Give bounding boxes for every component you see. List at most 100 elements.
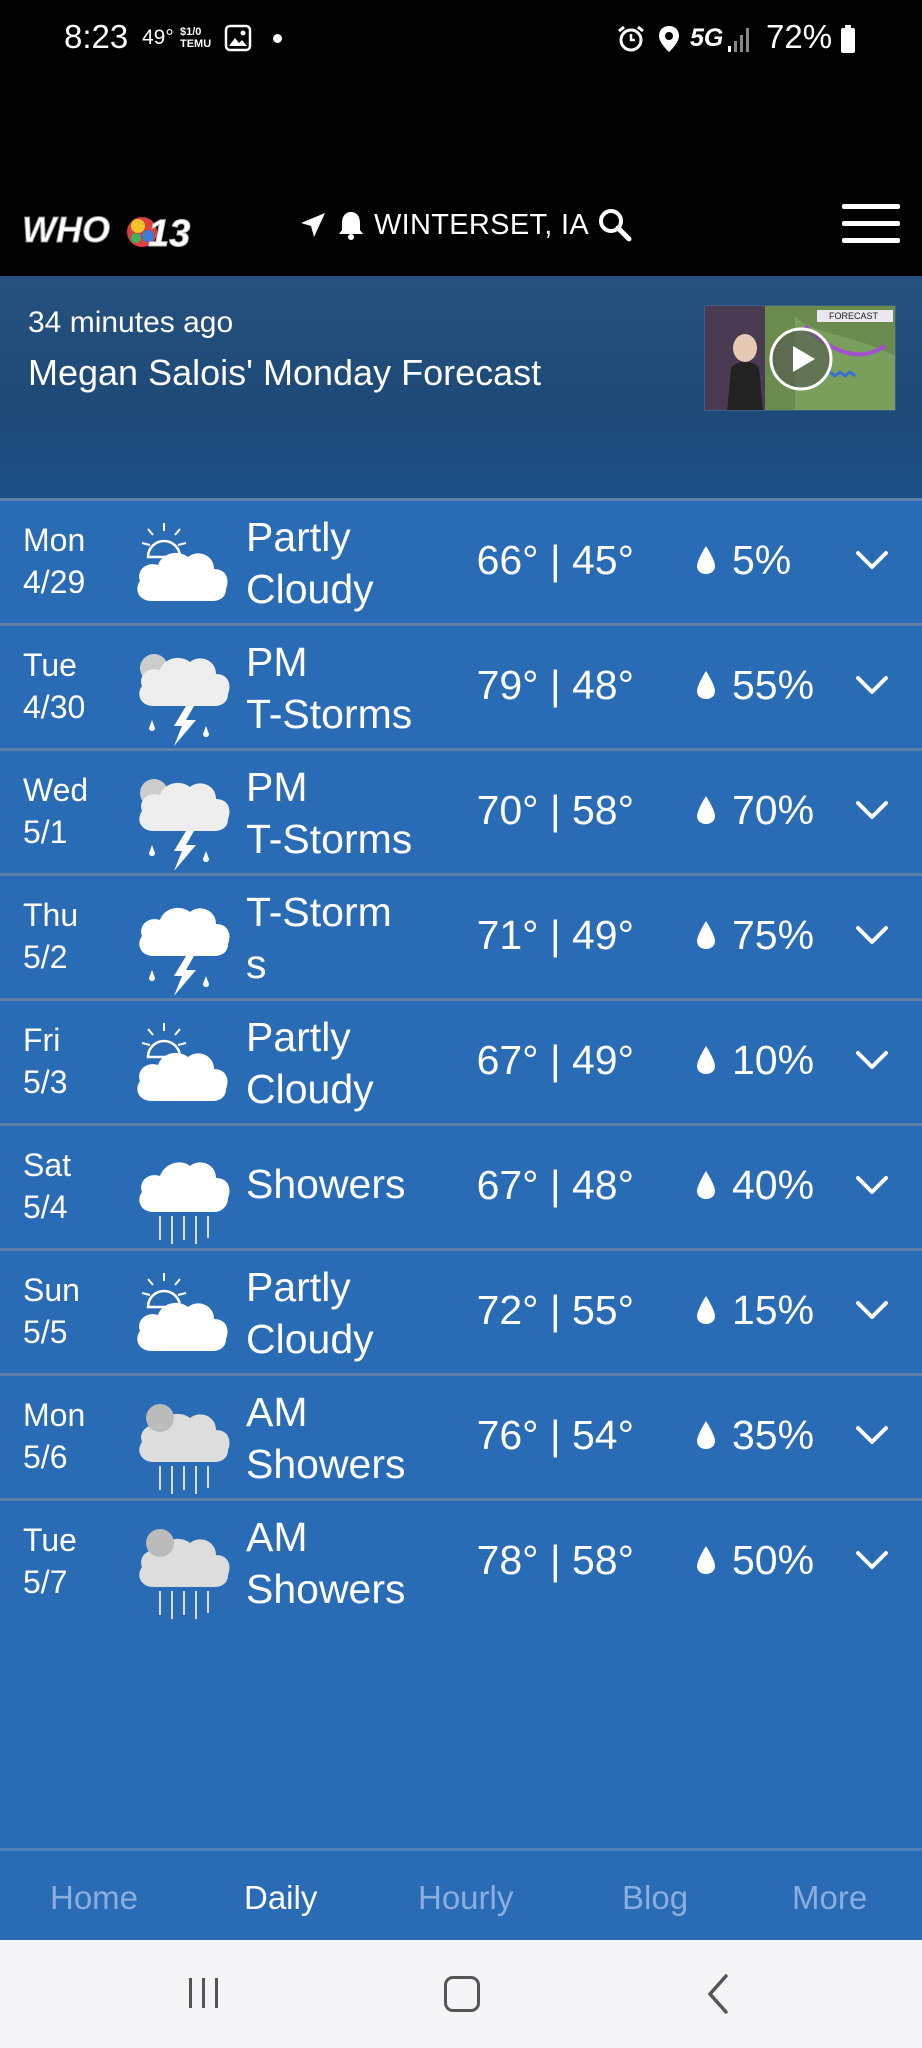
day-date: 5/7 — [23, 1564, 68, 1600]
chevron-down-icon[interactable] — [854, 1422, 890, 1450]
chevron-down-icon[interactable] — [854, 922, 890, 950]
video-thumbnail[interactable]: FORECAST — [704, 305, 896, 411]
forecast-row[interactable]: Wed 5/1 PM T-Storms 70° | 58° 70% — [0, 748, 922, 873]
day-date: 4/29 — [23, 564, 86, 600]
forecast-day: Tue 4/30 — [23, 644, 85, 728]
forecast-row[interactable]: Tue 4/30 PM T-Storms 79° | 48° 55% — [0, 623, 922, 748]
nav-more[interactable]: More — [792, 1879, 867, 1917]
navigation-arrow-icon[interactable] — [298, 210, 328, 240]
battery-icon — [841, 25, 855, 53]
forecast-row[interactable]: Sun 5/5 Partly Cloudy 72° | 55° 15% — [0, 1248, 922, 1373]
condition-line-2: T-Storms — [246, 816, 413, 862]
search-icon[interactable] — [597, 207, 633, 243]
precip-chance: 75% — [732, 912, 815, 958]
forecast-row[interactable]: Mon 4/29 Partly Cloudy 66° | 45° 5% — [0, 498, 922, 623]
precip-chance: 70% — [732, 787, 815, 833]
chevron-down-icon[interactable] — [854, 797, 890, 825]
chevron-down-icon[interactable] — [854, 547, 890, 575]
signal-bars-icon — [728, 28, 749, 52]
chevron-down-icon[interactable] — [854, 1547, 890, 1575]
condition: Partly Cloudy — [246, 511, 446, 615]
network-type: 5G — [690, 24, 724, 52]
home-icon[interactable] — [444, 1976, 480, 2012]
day-name: Fri — [23, 1022, 61, 1058]
video-title[interactable]: Megan Salois' Monday Forecast — [28, 352, 541, 394]
condition-line-2: Cloudy — [246, 566, 374, 612]
forecast-day: Tue 5/7 — [23, 1519, 77, 1603]
thunderstorm-icon — [130, 640, 230, 746]
day-date: 5/3 — [23, 1064, 68, 1100]
chevron-down-icon[interactable] — [854, 672, 890, 700]
forecast-row[interactable]: Thu 5/2 T-Storm s 71° | 49° 75% — [0, 873, 922, 998]
svg-text:13: 13 — [148, 213, 190, 254]
forecast-day: Mon 5/6 — [23, 1394, 85, 1478]
hamburger-menu-icon[interactable] — [842, 204, 900, 244]
forecast-row[interactable]: Tue 5/7 AM Showers 78° | 58° 50% — [0, 1498, 922, 1623]
showers-icon — [130, 1140, 230, 1244]
bottom-nav: Home Daily Hourly Blog More — [0, 1848, 922, 1940]
condition: Showers — [246, 1158, 446, 1210]
partly-cloudy-icon — [130, 1015, 230, 1115]
nav-daily[interactable]: Daily — [244, 1879, 317, 1917]
recent-apps-icon[interactable] — [186, 1976, 222, 2010]
status-time: 8:23 — [64, 18, 129, 55]
battery-percent: 72% — [766, 18, 833, 55]
raindrop-icon — [697, 921, 715, 949]
day-date: 5/1 — [23, 814, 68, 850]
temu-icon: $1/0 TEMU — [180, 26, 212, 50]
am-showers-icon — [130, 1390, 230, 1494]
thumb-label: FORECAST — [829, 311, 879, 321]
condition: PM T-Storms — [246, 761, 446, 865]
am-showers-icon — [130, 1515, 230, 1619]
day-name: Mon — [23, 522, 86, 558]
svg-text:WHO: WHO — [22, 209, 110, 250]
day-date: 5/6 — [23, 1439, 68, 1475]
chevron-down-icon[interactable] — [854, 1172, 890, 1200]
precip-chance: 50% — [732, 1537, 815, 1583]
chevron-down-icon[interactable] — [854, 1047, 890, 1075]
nav-hourly[interactable]: Hourly — [418, 1879, 513, 1917]
temp-high-low: 70° | 58° — [476, 787, 634, 833]
forecast-row[interactable]: Mon 5/6 AM Showers 76° | 54° 35% — [0, 1373, 922, 1498]
raindrop-icon — [697, 1046, 715, 1074]
day-name: Wed — [23, 772, 89, 808]
location-bar[interactable]: WINTERSET, IA — [298, 200, 633, 250]
video-time-ago: 34 minutes ago — [28, 306, 234, 339]
day-name: Mon — [23, 1397, 86, 1433]
location-name[interactable]: WINTERSET, IA — [374, 209, 589, 242]
condition-line-1: AM — [246, 1514, 308, 1560]
condition-line-2: s — [246, 941, 267, 987]
day-name: Sun — [23, 1272, 80, 1308]
condition-line-1: Showers — [246, 1161, 406, 1207]
precip-chance: 35% — [732, 1412, 815, 1458]
precip-chance: 5% — [732, 537, 792, 583]
temp-high-low: 78° | 58° — [476, 1537, 634, 1583]
bell-icon[interactable] — [336, 209, 366, 241]
thunderstorm-icon — [130, 765, 230, 871]
nav-blog[interactable]: Blog — [622, 1879, 688, 1917]
day-name: Thu — [23, 897, 79, 933]
system-nav-bar — [0, 1940, 922, 2048]
precip-chance: 40% — [732, 1162, 815, 1208]
forecast-day: Mon 4/29 — [23, 519, 85, 603]
condition-line-1: Partly — [246, 1264, 351, 1310]
condition-line-1: PM — [246, 764, 308, 810]
forecast-day: Fri 5/3 — [23, 1019, 67, 1103]
condition-line-2: Showers — [246, 1566, 406, 1612]
raindrop-icon — [697, 671, 715, 699]
day-date: 5/4 — [23, 1189, 68, 1225]
nav-home[interactable]: Home — [50, 1879, 138, 1917]
temp-high-low: 72° | 55° — [476, 1287, 634, 1333]
condition-line-2: T-Storms — [246, 691, 413, 737]
forecast-row[interactable]: Fri 5/3 Partly Cloudy 67° | 49° 10% — [0, 998, 922, 1123]
raindrop-icon — [697, 546, 715, 574]
chevron-down-icon[interactable] — [854, 1297, 890, 1325]
condition: Partly Cloudy — [246, 1011, 446, 1115]
gallery-icon — [224, 24, 252, 52]
day-date: 5/5 — [23, 1314, 68, 1350]
temp-high-low: 79° | 48° — [476, 662, 634, 708]
forecast-row[interactable]: Sat 5/4 Showers 67° | 48° 40% — [0, 1123, 922, 1248]
status-bar: 8:23 49° $1/0 TEMU 5G 72% — [0, 0, 922, 80]
back-icon[interactable] — [704, 1972, 734, 2016]
who13-logo[interactable]: WHO 13 — [20, 204, 200, 255]
